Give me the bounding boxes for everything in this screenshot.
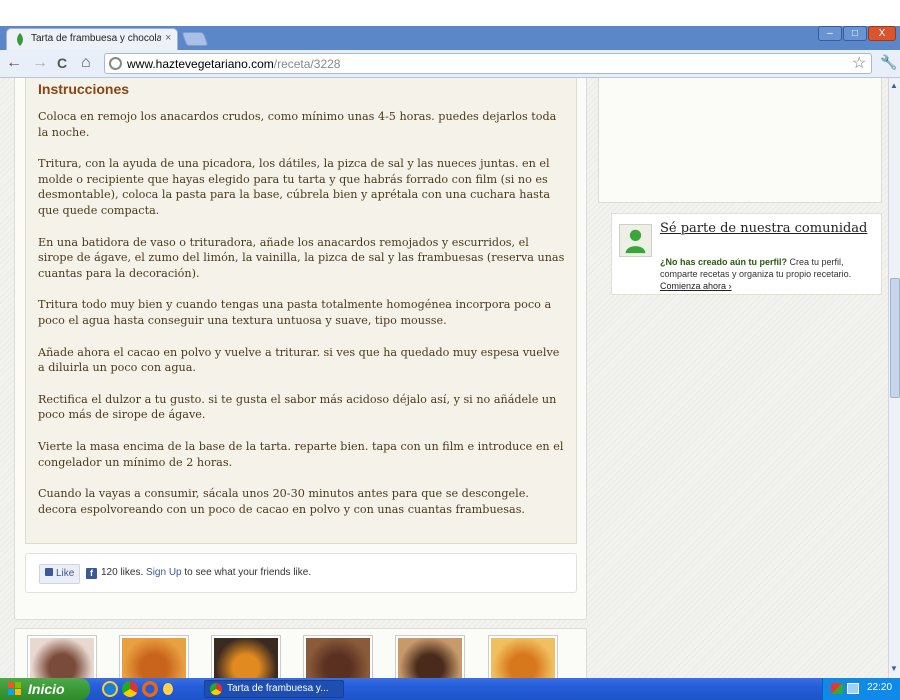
address-bar[interactable]: www.haztevegetariano.com/receta/3228: [104, 53, 872, 74]
instruction-step: Vierte la masa encima de la base de la t…: [38, 439, 564, 469]
start-now-link[interactable]: Comienza ahora ›: [660, 281, 732, 291]
instruction-step: En una batidora de vaso o trituradora, a…: [38, 235, 565, 280]
chrome-icon: [210, 683, 222, 695]
related-recipe-thumb[interactable]: [211, 635, 281, 678]
reload-icon[interactable]: C: [57, 55, 67, 71]
network-icon[interactable]: [847, 683, 859, 694]
tab-title: Tarta de frambuesa y chocolat: [31, 33, 161, 44]
instructions-box: Instrucciones Coloca en remojo los anaca…: [25, 78, 577, 544]
scroll-up-icon[interactable]: ▲: [890, 81, 898, 90]
clock: 22:20: [867, 682, 893, 693]
related-recipes: [14, 628, 587, 678]
tray-app-icon[interactable]: [831, 683, 843, 694]
browser-tab[interactable]: Tarta de frambuesa y chocolat ×: [6, 28, 178, 50]
internet-explorer-icon[interactable]: [102, 681, 118, 697]
like-count-text: 120 likes. Sign Up to see what your frie…: [101, 567, 312, 578]
related-recipe-thumb[interactable]: [119, 635, 189, 678]
facebook-like-box: Like f 120 likes. Sign Up to see what yo…: [25, 553, 577, 593]
sidebar-ad-box: [598, 78, 882, 203]
taskbar-window-item[interactable]: Tarta de frambuesa y...: [204, 680, 344, 698]
taskbar: Inicio Tarta de frambuesa y... 22:20: [0, 678, 900, 700]
instruction-step: Tritura todo muy bien y cuando tengas un…: [38, 298, 552, 327]
user-avatar-icon: [619, 224, 652, 257]
tab-close-icon[interactable]: ×: [165, 32, 171, 44]
recipe-image: [30, 638, 94, 678]
forward-icon[interactable]: →: [32, 55, 48, 71]
minimize-button[interactable]: –: [818, 26, 842, 41]
leaf-favicon-icon: [17, 33, 23, 46]
related-recipe-thumb[interactable]: [303, 635, 373, 678]
thumbs-up-icon: [45, 568, 53, 576]
recipe-image: [122, 638, 186, 678]
instructions-heading: Instrucciones: [38, 81, 130, 97]
instruction-step: Rectifica el dulzor a tu gusto. si te gu…: [38, 392, 557, 422]
vertical-scrollbar[interactable]: ▲ ▼: [888, 78, 900, 678]
scroll-down-icon[interactable]: ▼: [890, 664, 898, 673]
new-tab-button[interactable]: [181, 32, 209, 46]
url-text: www.haztevegetariano.com/receta/3228: [127, 57, 341, 71]
home-icon[interactable]: ⌂: [81, 55, 91, 71]
scrollbar-thumb[interactable]: [890, 278, 900, 398]
related-recipe-thumb[interactable]: [27, 635, 97, 678]
instruction-step: Cuando la vayas a consumir, sácala unos …: [38, 487, 529, 516]
related-recipe-thumb[interactable]: [395, 635, 465, 678]
system-tray: 22:20: [822, 678, 900, 700]
recipe-image: [306, 638, 370, 678]
globe-icon: [109, 57, 122, 70]
recipe-image: [214, 638, 278, 678]
chrome-icon[interactable]: [122, 681, 138, 697]
instruction-step: Añade ahora el cacao en polvo y vuelve a…: [38, 345, 560, 375]
instruction-step: Tritura, con la ayuda de una picadora, l…: [38, 157, 551, 217]
bookmark-star-icon[interactable]: ☆: [852, 53, 866, 73]
wrench-menu-icon[interactable]: 🔧: [880, 54, 897, 71]
close-window-button[interactable]: X: [868, 26, 896, 41]
community-box: Sé parte de nuestra comunidad ¿No has cr…: [611, 213, 882, 295]
back-icon[interactable]: ←: [6, 55, 22, 71]
community-title[interactable]: Sé parte de nuestra comunidad: [660, 220, 870, 237]
community-text: ¿No has creado aún tu perfil? Crea tu pe…: [660, 257, 852, 279]
firefox-icon[interactable]: [142, 681, 158, 697]
like-button[interactable]: Like: [39, 564, 80, 584]
instructions-list: Coloca en remojo los anacardos crudos, c…: [38, 109, 566, 533]
recipe-image: [491, 638, 555, 678]
related-recipe-thumb[interactable]: [488, 635, 558, 678]
recipe-image: [398, 638, 462, 678]
start-button[interactable]: Inicio: [0, 678, 90, 700]
facebook-icon: f: [86, 568, 97, 579]
browser-toolbar: ← → C ⌂ www.haztevegetariano.com/receta/…: [0, 50, 900, 78]
maximize-button[interactable]: □: [843, 26, 867, 41]
instruction-step: Coloca en remojo los anacardos crudos, c…: [38, 110, 557, 139]
windows-logo-icon: [8, 682, 21, 695]
recipe-panel: Instrucciones Coloca en remojo los anaca…: [14, 78, 587, 620]
page-viewport: Instrucciones Coloca en remojo los anaca…: [0, 78, 888, 678]
quicklaunch-app-icon[interactable]: [163, 683, 173, 695]
signup-link[interactable]: Sign Up: [146, 567, 182, 578]
tab-strip: Tarta de frambuesa y chocolat × – □ X: [0, 26, 900, 50]
